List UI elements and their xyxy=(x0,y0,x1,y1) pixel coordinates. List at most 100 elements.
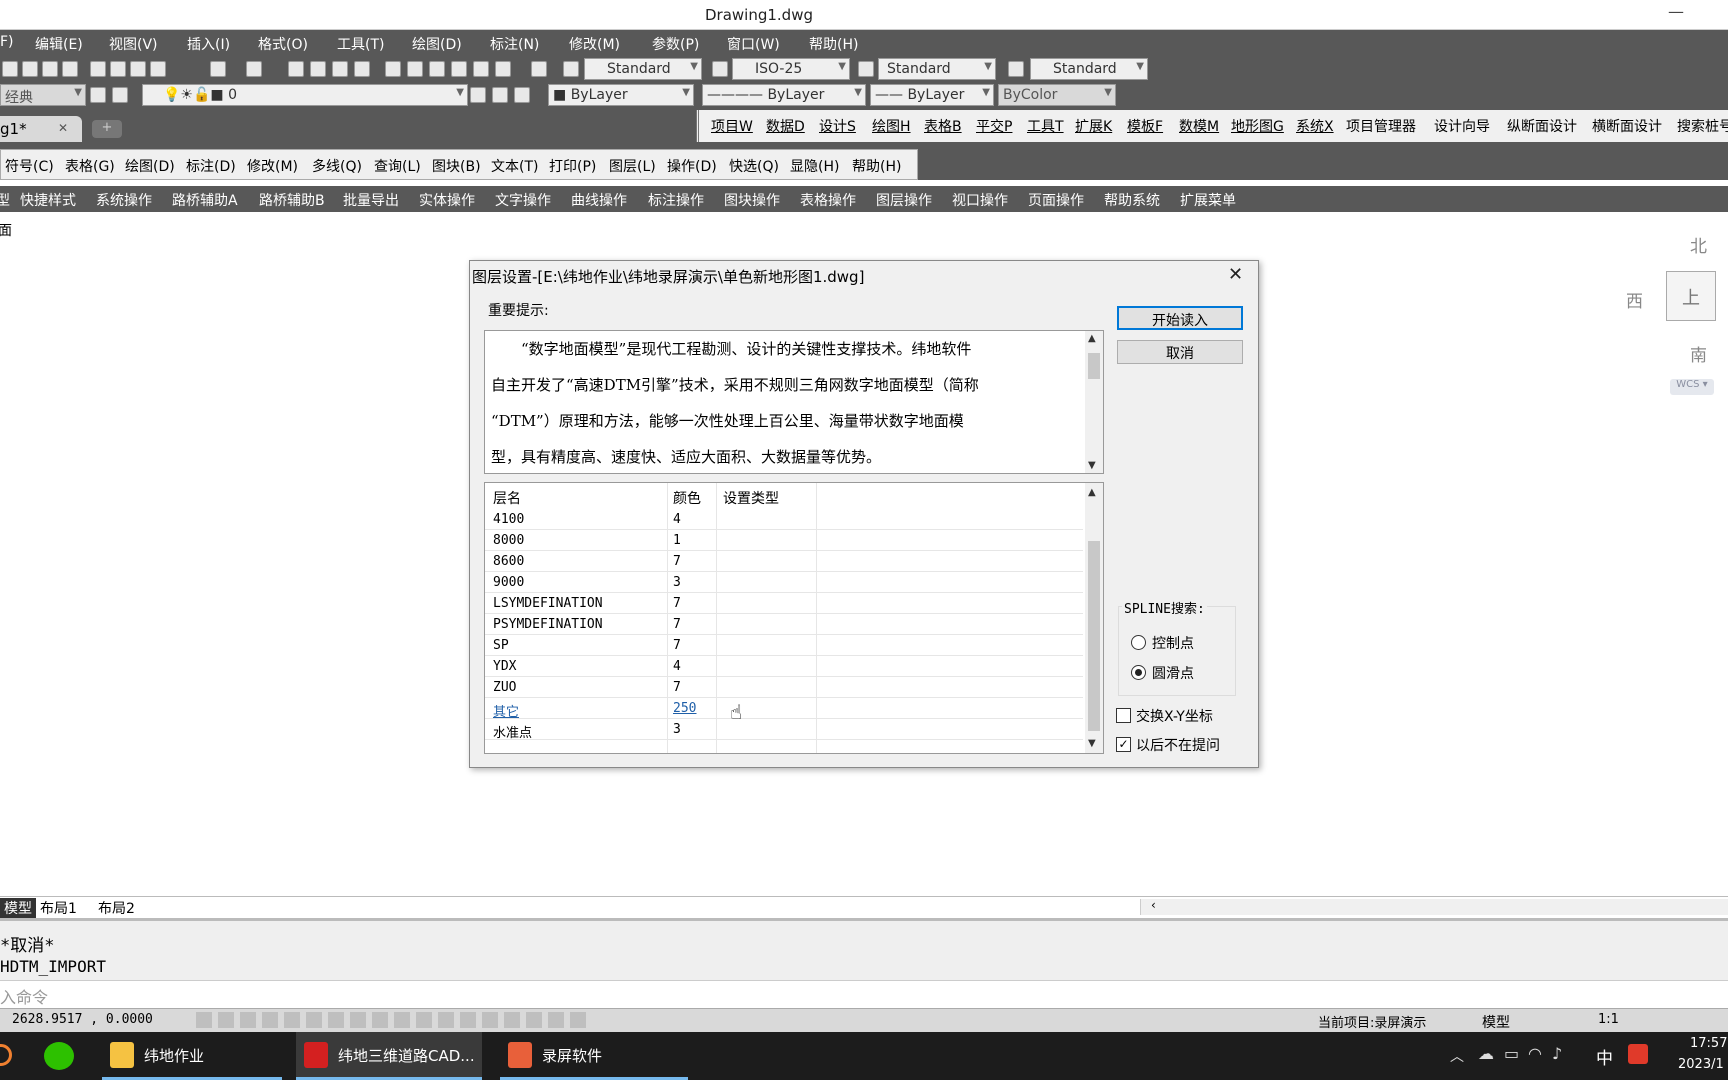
pmenu-visibility[interactable]: 显隐(H) xyxy=(790,156,839,176)
make-current-icon[interactable] xyxy=(470,87,486,103)
rmenu-design[interactable]: 设计S xyxy=(819,116,856,136)
pmenu-print[interactable]: 打印(P) xyxy=(549,156,596,176)
compass-south[interactable]: 南 xyxy=(1690,341,1707,366)
rmenu-table[interactable]: 表格B xyxy=(924,116,962,136)
rmenu-system[interactable]: 系统X xyxy=(1296,116,1334,136)
table-row[interactable]: 8600 7 xyxy=(485,551,1083,572)
pmenu-operate[interactable]: 操作(D) xyxy=(667,156,717,176)
properties-icon[interactable] xyxy=(385,61,401,77)
table-row[interactable]: 水准点 3 xyxy=(485,719,1083,741)
qbar-help-system[interactable]: 帮助系统 xyxy=(1104,190,1160,210)
no-prompt-checkbox[interactable]: ✓ xyxy=(1116,737,1131,752)
table-row[interactable]: LSYMDEFINATION 7 xyxy=(485,593,1083,614)
table-row[interactable]: YDX 4 xyxy=(485,656,1083,677)
command-input[interactable]: 入命令 xyxy=(0,980,1728,1008)
minimize-button[interactable]: — xyxy=(1668,2,1684,21)
scroll-left-icon[interactable]: ‹ xyxy=(1151,898,1156,912)
layer-previous-icon[interactable] xyxy=(492,87,508,103)
design-center-icon[interactable] xyxy=(407,61,423,77)
table-row[interactable]: 4100 4 xyxy=(485,509,1083,530)
lineweight-select[interactable]: —— ByLayer ▼ xyxy=(870,84,994,106)
note-scrollbar[interactable]: ▲ ▼ xyxy=(1085,331,1103,473)
menu-help[interactable]: 帮助(H) xyxy=(809,34,858,54)
annotation-scale[interactable]: 1:1 xyxy=(1598,1012,1619,1027)
scroll-down-icon[interactable]: ▼ xyxy=(1088,738,1096,749)
viewport-label[interactable]: 面 xyxy=(0,220,12,240)
zoom-previous-icon[interactable] xyxy=(354,61,370,77)
qbar-page-ops[interactable]: 页面操作 xyxy=(1028,190,1084,210)
paste-icon[interactable] xyxy=(130,61,146,77)
document-tab[interactable]: g1* ✕ xyxy=(0,116,82,142)
pmenu-dimension[interactable]: 标注(D) xyxy=(186,156,236,176)
radio-smooth-point-label[interactable]: 圆滑点 xyxy=(1152,663,1194,683)
workspace-settings-icon[interactable] xyxy=(90,87,106,103)
qbar-viewport-ops[interactable]: 视口操作 xyxy=(952,190,1008,210)
wifi-icon[interactable]: ◠ xyxy=(1528,1044,1542,1063)
sheet-set-icon[interactable] xyxy=(451,61,467,77)
menu-params[interactable]: 参数(P) xyxy=(652,34,699,54)
calculator-icon[interactable] xyxy=(495,61,511,77)
scroll-down-icon[interactable]: ▼ xyxy=(1088,460,1096,471)
help-icon[interactable] xyxy=(531,61,547,77)
volume-icon[interactable]: ♪ xyxy=(1552,1044,1562,1063)
radio-control-point[interactable] xyxy=(1131,635,1146,650)
qbar-bridge-b[interactable]: 路桥辅助B xyxy=(259,190,325,210)
qbar-table-ops[interactable]: 表格操作 xyxy=(800,190,856,210)
mleader-style-select[interactable]: Standard ▼ xyxy=(1030,58,1148,80)
clock-date[interactable]: 2023/1 xyxy=(1678,1057,1724,1072)
col-header-type[interactable]: 设置类型 xyxy=(723,488,779,508)
dim-style-select[interactable]: ISO-25 ▼ xyxy=(732,58,850,80)
copy-icon[interactable] xyxy=(110,61,126,77)
menu-file[interactable]: F) xyxy=(0,34,14,50)
qbar-layer-ops[interactable]: 图层操作 xyxy=(876,190,932,210)
sogou-icon[interactable] xyxy=(1628,1044,1648,1064)
menu-tools[interactable]: 工具(T) xyxy=(337,34,384,54)
rmenu-project-manager[interactable]: 项目管理器 xyxy=(1346,116,1416,136)
menu-modify[interactable]: 修改(M) xyxy=(569,34,620,54)
qbar-curve-ops[interactable]: 曲线操作 xyxy=(571,190,627,210)
color-select[interactable]: ■ ByLayer ▼ xyxy=(548,84,694,106)
open-icon[interactable] xyxy=(22,61,38,77)
scroll-up-icon[interactable]: ▲ xyxy=(1088,487,1096,498)
pmenu-help[interactable]: 帮助(H) xyxy=(852,156,901,176)
tool-palette-icon[interactable] xyxy=(429,61,445,77)
tray-chevron-icon[interactable]: ︿ xyxy=(1450,1046,1464,1066)
undo-icon[interactable] xyxy=(210,61,226,77)
save-icon[interactable] xyxy=(42,61,58,77)
note-scroll-thumb[interactable] xyxy=(1088,353,1100,379)
table-scrollbar[interactable]: ▲ ▼ xyxy=(1085,483,1103,753)
pmenu-block[interactable]: 图块(B) xyxy=(432,156,481,176)
table-row[interactable]: 9000 3 xyxy=(485,572,1083,593)
qbar-block-ops[interactable]: 图块操作 xyxy=(724,190,780,210)
close-tab-icon[interactable]: ✕ xyxy=(58,121,68,135)
ime-indicator[interactable]: 中 xyxy=(1596,1044,1613,1069)
rmenu-draw[interactable]: 绘图H xyxy=(872,116,911,136)
workspace-select[interactable]: 经典 ▼ xyxy=(0,84,86,106)
table-row[interactable]: 其它 250 xyxy=(485,698,1083,720)
rmenu-design-wizard[interactable]: 设计向导 xyxy=(1434,116,1490,136)
pmenu-symbol[interactable]: 符号(C) xyxy=(5,156,54,176)
qbar-text-ops[interactable]: 文字操作 xyxy=(495,190,551,210)
rmenu-cross-section[interactable]: 横断面设计 xyxy=(1592,116,1662,136)
pmenu-query[interactable]: 查询(L) xyxy=(374,156,421,176)
redo-icon[interactable] xyxy=(246,61,262,77)
radio-smooth-point[interactable] xyxy=(1131,665,1146,680)
markup-icon[interactable] xyxy=(473,61,489,77)
start-import-button[interactable]: 开始读入 xyxy=(1117,306,1243,330)
menu-insert[interactable]: 插入(I) xyxy=(187,34,230,54)
wcs-menu[interactable]: WCS ▾ xyxy=(1670,379,1714,395)
qbar-quick-style[interactable]: 快捷样式 xyxy=(20,190,76,210)
linetype-select[interactable]: ———— ByLayer ▼ xyxy=(702,84,866,106)
layer-state-icon[interactable] xyxy=(514,87,530,103)
qbar-batch-export[interactable]: 批量导出 xyxy=(343,190,399,210)
menu-edit[interactable]: 编辑(E) xyxy=(35,34,83,54)
table-scroll-thumb[interactable] xyxy=(1088,541,1100,731)
wechat-icon[interactable] xyxy=(44,1042,74,1070)
col-header-color[interactable]: 颜色 xyxy=(673,488,701,508)
table-row[interactable]: ZUO 7 xyxy=(485,677,1083,698)
drafting-toggles[interactable] xyxy=(196,1012,586,1028)
zoom-window-icon[interactable] xyxy=(332,61,348,77)
plot-icon[interactable] xyxy=(62,61,78,77)
pmenu-table[interactable]: 表格(G) xyxy=(65,156,115,176)
current-project[interactable]: 当前项目:录屏演示 xyxy=(1318,1012,1426,1031)
